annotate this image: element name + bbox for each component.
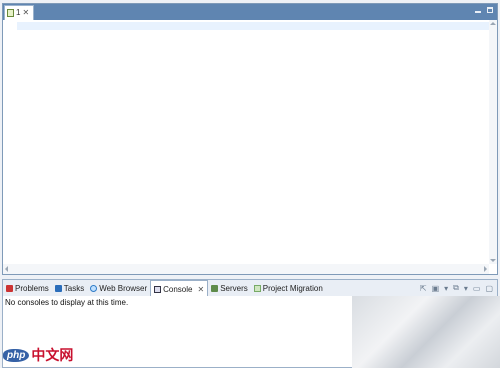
- pin-icon[interactable]: ⇱: [420, 284, 427, 293]
- servers-icon: [211, 284, 219, 292]
- blurred-watermark: [352, 296, 500, 368]
- tab-label: Web Browser: [99, 283, 148, 293]
- tasks-icon: [54, 284, 62, 292]
- close-icon[interactable]: ✕: [197, 285, 204, 294]
- tab-tasks[interactable]: Tasks: [52, 280, 87, 296]
- scroll-right-icon[interactable]: [484, 266, 487, 272]
- horizontal-scrollbar[interactable]: [3, 264, 489, 274]
- web-browser-icon: [90, 284, 98, 292]
- tab-label: Console: [163, 284, 193, 294]
- vertical-scrollbar[interactable]: [489, 20, 497, 264]
- editor-ruler: [3, 20, 17, 262]
- scroll-left-icon[interactable]: [5, 266, 8, 272]
- editor-window-controls: [475, 7, 493, 13]
- text-editor[interactable]: [3, 20, 497, 274]
- dropdown-icon[interactable]: ▾: [444, 284, 448, 293]
- editor-tab[interactable]: 1 ✕: [4, 5, 34, 20]
- console-message: No consoles to display at this time.: [5, 298, 129, 307]
- view-toolbar: ⇱ ▣ ▾ ⧉ ▾ ▭ ▢: [420, 283, 497, 293]
- tab-label: Project Migration: [262, 283, 323, 293]
- maximize-icon[interactable]: ▢: [485, 284, 493, 293]
- views-tab-bar: Problems Tasks Web Browser Console ✕ Ser…: [3, 280, 497, 297]
- tab-problems[interactable]: Problems: [3, 280, 52, 296]
- open-console-icon[interactable]: ⧉: [453, 283, 459, 293]
- console-icon: [154, 285, 162, 293]
- tab-project-migration[interactable]: Project Migration: [251, 280, 326, 296]
- php-badge: php: [3, 348, 30, 362]
- scroll-up-icon[interactable]: [490, 22, 496, 25]
- current-line-highlight: [17, 22, 489, 30]
- tab-label: Problems: [15, 283, 49, 293]
- display-console-icon[interactable]: ▣: [432, 284, 440, 293]
- tab-servers[interactable]: Servers: [208, 280, 251, 296]
- dropdown-icon[interactable]: ▾: [464, 284, 468, 293]
- scroll-down-icon[interactable]: [490, 259, 496, 262]
- file-icon: [7, 9, 14, 17]
- minimize-icon[interactable]: [475, 11, 481, 13]
- editor-tab-bar: 1 ✕: [3, 4, 497, 20]
- tab-label: Tasks: [63, 283, 85, 293]
- project-migration-icon: [253, 284, 261, 292]
- close-icon[interactable]: ✕: [22, 9, 29, 17]
- watermark-logo: php 中文网: [3, 345, 73, 365]
- minimize-icon[interactable]: ▭: [473, 284, 481, 293]
- tab-label: Servers: [220, 283, 248, 293]
- maximize-icon[interactable]: [487, 7, 493, 13]
- editor-area: 1 ✕: [2, 3, 498, 275]
- editor-tab-title: 1: [16, 8, 21, 17]
- problems-icon: [6, 284, 13, 292]
- tab-console[interactable]: Console ✕: [150, 280, 209, 297]
- tab-web-browser[interactable]: Web Browser: [87, 280, 150, 296]
- watermark-text: 中文网: [31, 347, 74, 363]
